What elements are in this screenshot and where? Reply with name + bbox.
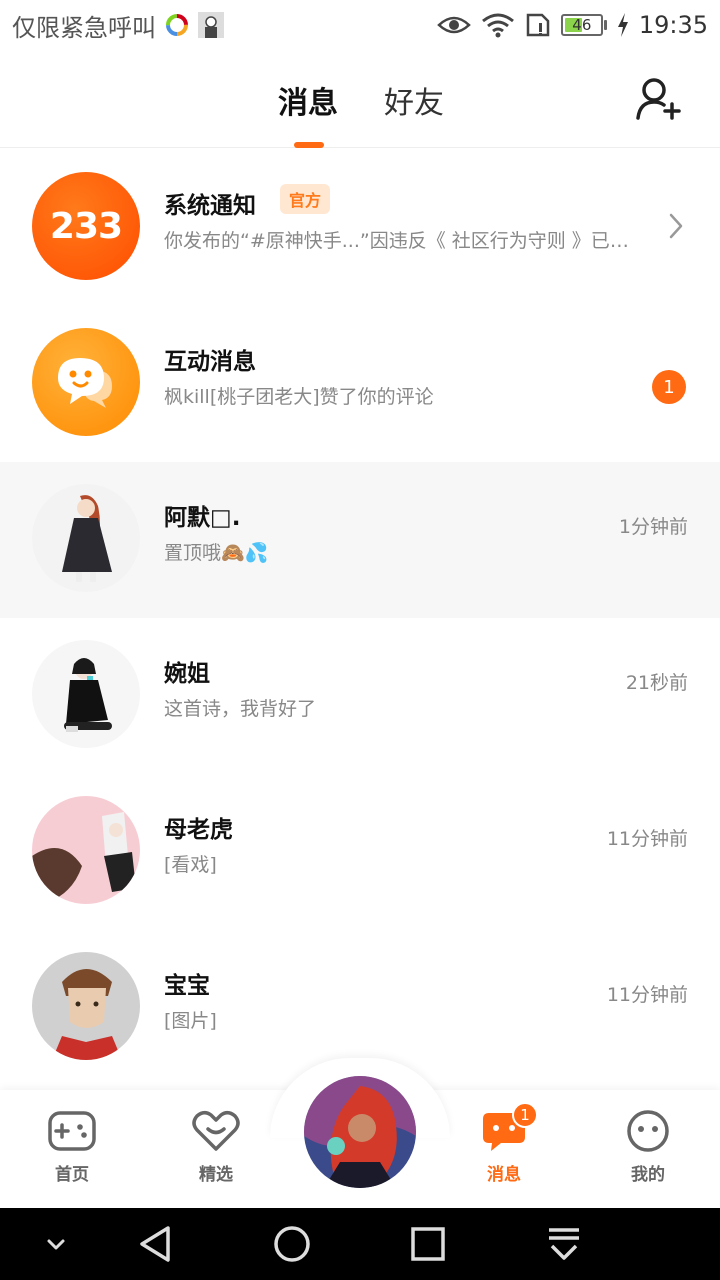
message-name: 母老虎 — [164, 817, 233, 843]
message-preview: 枫kill[桃子团老大]赞了你的评论 — [164, 386, 434, 408]
add-user-icon[interactable] — [634, 74, 682, 122]
nav-messages[interactable]: 1 消息 — [454, 1102, 554, 1185]
avatar — [32, 952, 140, 1060]
battery-level: 46 — [572, 16, 592, 34]
message-list: 233 系统通知 官方 你发布的“#原神快手...”因违反《 社区行为守则 》已… — [0, 150, 720, 1086]
user-avatar-image — [304, 1076, 416, 1188]
recents-square-icon[interactable] — [408, 1224, 448, 1264]
message-time: 11分钟前 — [606, 984, 688, 1006]
message-preview: [看戏] — [164, 854, 217, 876]
gamepad-icon — [48, 1111, 96, 1151]
charging-icon — [617, 13, 628, 37]
active-tab-indicator — [294, 142, 324, 148]
home-circle-icon[interactable] — [272, 1224, 312, 1264]
character-avatar-image — [64, 658, 112, 732]
message-item-chat[interactable]: 阿默□. 置顶哦🙈💦 1分钟前 — [0, 462, 720, 618]
tab-messages[interactable]: 消息 — [278, 78, 338, 122]
message-item-interaction[interactable]: 互动消息 枫kill[桃子团老大]赞了你的评论 1 — [0, 306, 720, 462]
character-avatar-image — [52, 969, 122, 1060]
message-name: 宝宝 — [164, 973, 210, 999]
unread-badge: 1 — [652, 370, 686, 404]
message-preview: 置顶哦🙈💦 — [164, 542, 269, 564]
tab-header: 消息 好友 — [0, 50, 720, 148]
system-avatar-text: 233 — [49, 205, 123, 247]
wifi-icon — [481, 13, 514, 38]
status-left: 仅限紧急呼叫 — [12, 8, 224, 43]
chef-notification-icon — [198, 12, 224, 38]
avatar — [32, 484, 140, 592]
message-preview: 你发布的“#原神快手...”因违反《 社区行为守则 》已被... — [164, 230, 640, 252]
message-item-chat[interactable]: 母老虎 [看戏] 11分钟前 — [0, 774, 720, 930]
avatar — [32, 640, 140, 748]
message-name: 互动消息 — [164, 349, 256, 375]
message-preview: [图片] — [164, 1010, 217, 1032]
status-bar: 仅限紧急呼叫 46 19:35 — [0, 0, 720, 50]
interaction-avatar — [32, 328, 140, 436]
tab-friends[interactable]: 好友 — [384, 78, 444, 122]
message-time: 1分钟前 — [618, 516, 688, 538]
character-avatar-image — [32, 812, 136, 904]
smiley-icon — [627, 1110, 669, 1152]
nav-featured-label: 精选 — [199, 1165, 233, 1185]
app-notification-icon — [166, 14, 188, 36]
chat-bubble-icon — [58, 358, 112, 408]
system-nav-bar — [0, 1208, 720, 1280]
nav-home-label: 首页 — [55, 1165, 89, 1185]
nav-featured[interactable]: 精选 — [166, 1108, 266, 1185]
message-item-system[interactable]: 233 系统通知 官方 你发布的“#原神快手...”因违反《 社区行为守则 》已… — [0, 150, 720, 306]
message-item-chat[interactable]: 婉姐 这首诗，我背好了 21秒前 — [0, 618, 720, 774]
nav-messages-label: 消息 — [487, 1165, 521, 1185]
chevron-down-icon[interactable] — [36, 1224, 76, 1264]
system-avatar: 233 — [32, 172, 140, 280]
message-preview: 这首诗，我背好了 — [164, 698, 317, 720]
heart-chat-icon — [192, 1111, 240, 1151]
avatar — [32, 796, 140, 904]
notification-pulldown-icon[interactable] — [544, 1224, 584, 1264]
nav-center-avatar-button[interactable] — [304, 1076, 416, 1188]
carrier-text: 仅限紧急呼叫 — [12, 13, 156, 42]
message-name: 婉姐 — [164, 661, 210, 687]
official-badge: 官方 — [280, 184, 331, 214]
message-time: 11分钟前 — [606, 828, 688, 850]
nav-profile[interactable]: 我的 — [598, 1108, 698, 1185]
nav-profile-label: 我的 — [631, 1165, 665, 1185]
message-time: 21秒前 — [625, 672, 688, 694]
chevron-right-icon — [669, 213, 683, 239]
character-avatar-image — [62, 495, 112, 582]
status-right: 46 19:35 — [436, 11, 708, 39]
sim-icon — [526, 13, 550, 37]
battery-indicator: 46 — [560, 14, 607, 36]
back-icon[interactable] — [136, 1224, 176, 1264]
eye-icon — [436, 16, 471, 34]
nav-messages-badge: 1 — [512, 1102, 538, 1128]
clock: 19:35 — [638, 11, 708, 39]
message-name: 阿默□. — [164, 505, 241, 531]
message-name: 系统通知 — [164, 193, 256, 219]
nav-home[interactable]: 首页 — [22, 1108, 122, 1185]
